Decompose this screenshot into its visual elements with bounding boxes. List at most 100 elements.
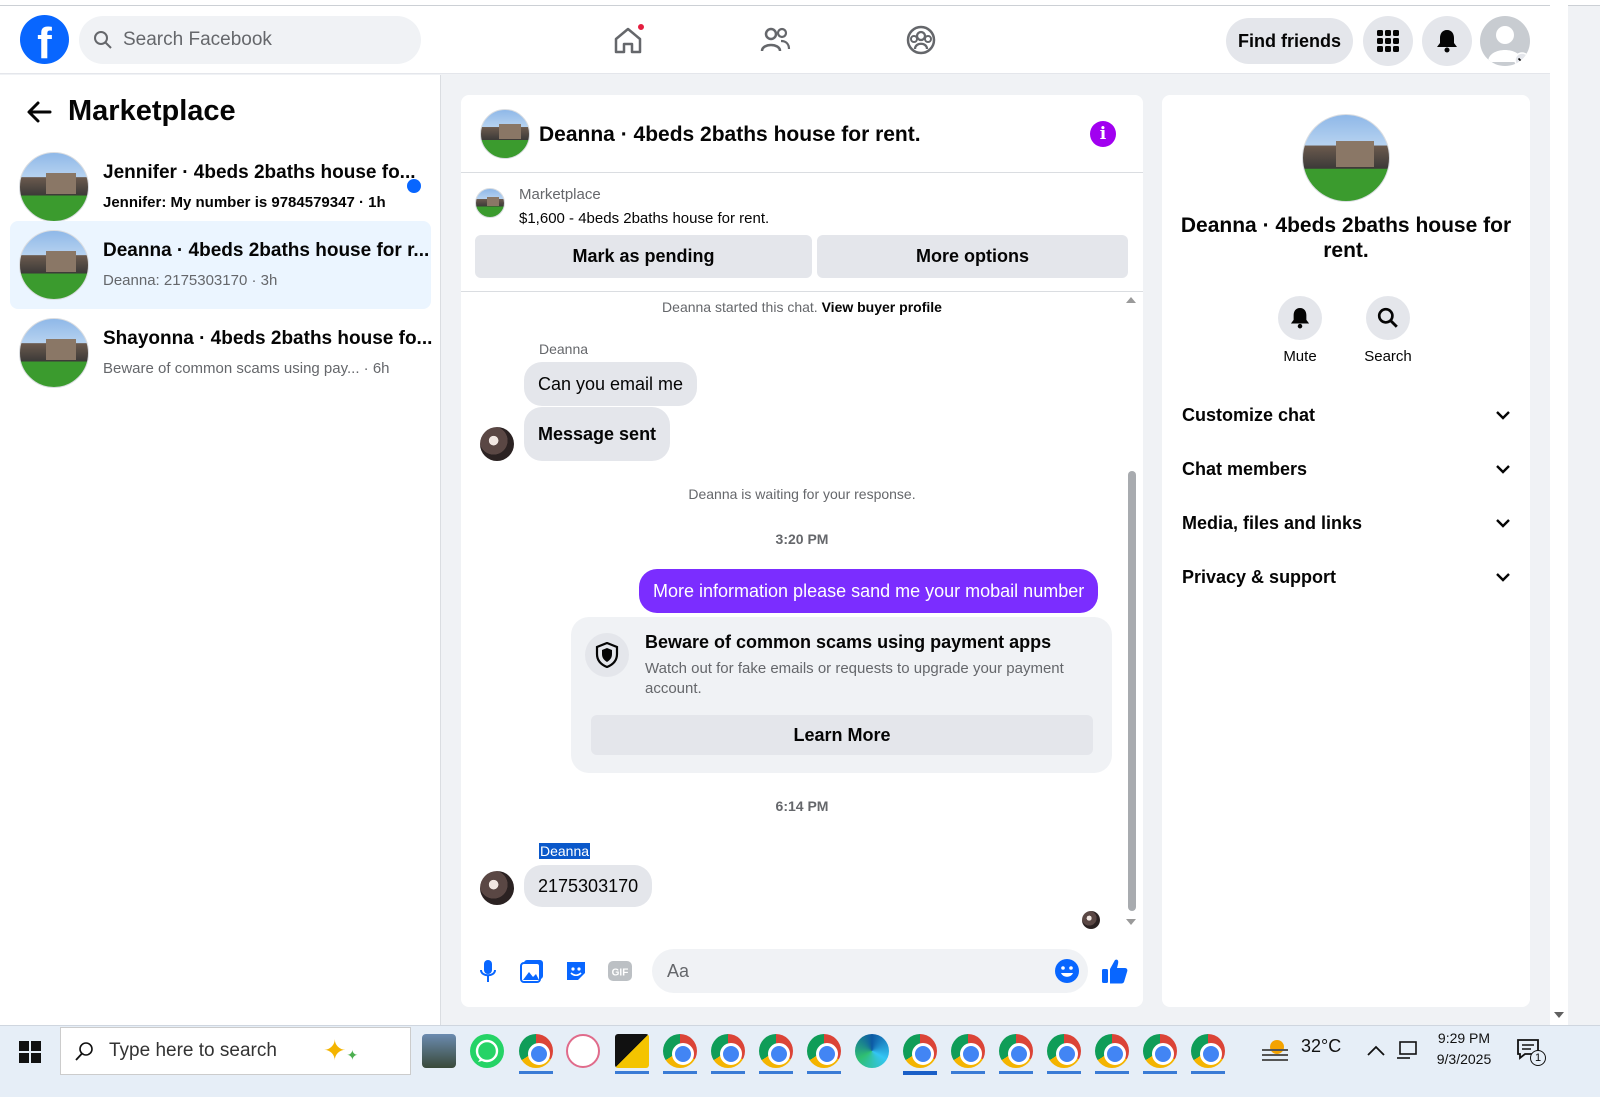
- chat-listing-thumbnail[interactable]: [480, 109, 530, 159]
- chat-header: Deanna · 4beds 2baths house for rent. i: [461, 95, 1143, 173]
- media-files-links-section[interactable]: Media, files and links: [1172, 501, 1520, 545]
- conversation-item-jennifer[interactable]: Jennifer · 4beds 2baths house fo... Jenn…: [10, 143, 431, 231]
- listing-thumbnail: [19, 152, 89, 222]
- timestamp: 3:20 PM: [775, 531, 829, 547]
- chrome-profile-icon[interactable]: [807, 1034, 841, 1068]
- game-app-icon[interactable]: [422, 1034, 456, 1068]
- section-label: Privacy & support: [1182, 566, 1337, 587]
- active-app-underline: [1095, 1071, 1129, 1074]
- message-thread: Deanna started this chat. View buyer pro…: [461, 293, 1143, 933]
- taskbar-search-box[interactable]: Type here to search ✦✦: [60, 1027, 411, 1075]
- received-message[interactable]: 2175303170: [524, 865, 653, 907]
- chat-panel: Deanna · 4beds 2baths house for rent. i …: [461, 95, 1143, 1007]
- search-icon[interactable]: [1366, 296, 1410, 340]
- customize-chat-section[interactable]: Customize chat: [1172, 393, 1520, 437]
- chat-scrollbar-thumb[interactable]: [1128, 471, 1136, 911]
- top-navigation: f Search Facebook Find friends: [0, 6, 1550, 74]
- sent-message[interactable]: More information please sand me your mob…: [639, 569, 1099, 613]
- back-arrow-icon[interactable]: [26, 100, 52, 124]
- sticker-icon: [567, 962, 585, 980]
- listing-price-title[interactable]: $1,600 - 4beds 2baths house for rent.: [519, 210, 769, 227]
- info-icon[interactable]: i: [1090, 121, 1116, 147]
- notifications-button[interactable]: [1422, 16, 1472, 66]
- received-message[interactable]: Can you email me: [524, 362, 698, 406]
- edge-browser-icon[interactable]: [855, 1034, 889, 1068]
- find-friends-button[interactable]: Find friends: [1226, 18, 1353, 64]
- friends-nav-button[interactable]: [755, 20, 795, 60]
- scroll-down-arrow-icon[interactable]: [1125, 917, 1137, 927]
- account-avatar-button[interactable]: [1480, 16, 1530, 66]
- section-label: Media, files and links: [1182, 512, 1363, 533]
- active-app-underline: [711, 1071, 745, 1074]
- chrome-profile-icon[interactable]: [1191, 1034, 1225, 1068]
- sidebar-header: Marketplace: [26, 95, 236, 128]
- search-in-chat-action[interactable]: Search: [1348, 296, 1428, 365]
- windows-taskbar: Type here to search ✦✦ 32°C 9:29 PM 9/3/…: [0, 1025, 1600, 1097]
- conversation-item-deanna[interactable]: Deanna · 4beds 2baths house for r... Dea…: [10, 221, 431, 309]
- message-input[interactable]: [652, 949, 1032, 993]
- more-options-button[interactable]: More options: [817, 235, 1128, 278]
- copilot-sparkle-icon: ✦✦: [323, 1035, 359, 1066]
- chrome-profile-icon[interactable]: [759, 1034, 793, 1068]
- sender-avatar[interactable]: [480, 871, 514, 905]
- chat-title[interactable]: Deanna · 4beds 2baths house for rent.: [539, 123, 921, 147]
- conversation-preview: Jennifer: My number is 9784579347 · 1h: [103, 194, 386, 211]
- scam-warning-title: Beware of common scams using payment app…: [645, 632, 1052, 652]
- mute-bell-icon[interactable]: [1278, 296, 1322, 340]
- page-scrollbar[interactable]: [1550, 0, 1568, 1025]
- snipping-tool-icon[interactable]: [566, 1034, 600, 1068]
- conversation-name: Shayonna · 4beds 2baths house fo...: [103, 328, 433, 349]
- learn-more-button[interactable]: Learn More: [591, 715, 1093, 755]
- mark-as-pending-button[interactable]: Mark as pending: [475, 235, 812, 278]
- waiting-notice: Deanna is waiting for your response.: [688, 486, 916, 502]
- whatsapp-icon[interactable]: [470, 1034, 504, 1068]
- gif-button[interactable]: GIF: [604, 955, 636, 987]
- conversation-preview: Deanna: 2175303170 · 3h: [103, 272, 278, 289]
- message-input-box[interactable]: [652, 949, 1088, 993]
- voice-clip-button[interactable]: [472, 955, 504, 987]
- search-bar[interactable]: Search Facebook: [79, 16, 421, 64]
- menu-button[interactable]: [1363, 16, 1413, 66]
- notification-center-button[interactable]: 1: [1516, 1038, 1546, 1066]
- emoji-icon[interactable]: [1054, 958, 1080, 984]
- chrome-profile-icon[interactable]: [1095, 1034, 1129, 1068]
- home-nav-button[interactable]: [608, 20, 648, 60]
- conversation-item-shayonna[interactable]: Shayonna · 4beds 2baths house fo... Bewa…: [10, 309, 433, 397]
- chevron-up-icon[interactable]: [1367, 1044, 1385, 1056]
- clock[interactable]: 9:29 PM 9/3/2025: [1436, 1030, 1492, 1067]
- active-app-underline: [519, 1071, 553, 1074]
- chrome-profile-icon[interactable]: [1143, 1034, 1177, 1068]
- sender-avatar[interactable]: [480, 427, 514, 461]
- attach-photo-button[interactable]: [516, 955, 548, 987]
- svg-text:GIF: GIF: [612, 968, 629, 979]
- chrome-profile-icon[interactable]: [1047, 1034, 1081, 1068]
- chat-scrollbar[interactable]: [1125, 297, 1137, 927]
- send-like-button[interactable]: [1099, 955, 1131, 987]
- chat-members-section[interactable]: Chat members: [1172, 447, 1520, 491]
- page-scroll-down-arrow-icon[interactable]: [1553, 1010, 1565, 1020]
- chrome-profile-icon[interactable]: [663, 1034, 697, 1068]
- weather-haze-icon[interactable]: [1260, 1038, 1290, 1064]
- groups-nav-button[interactable]: [901, 20, 941, 60]
- privacy-support-section[interactable]: Privacy & support: [1172, 555, 1520, 599]
- details-listing-photo[interactable]: [1302, 114, 1390, 202]
- view-buyer-profile-link[interactable]: View buyer profile: [822, 299, 942, 315]
- facebook-logo-icon[interactable]: f: [20, 15, 69, 64]
- search-placeholder: Search Facebook: [123, 29, 272, 50]
- mute-action[interactable]: Mute: [1260, 296, 1340, 365]
- sticky-notes-icon[interactable]: [615, 1034, 649, 1068]
- bell-icon: [1437, 30, 1457, 53]
- weather-temperature[interactable]: 32°C: [1301, 1036, 1341, 1057]
- conversation-name: Deanna · 4beds 2baths house for r...: [103, 240, 430, 261]
- listing-small-thumbnail: [475, 188, 505, 218]
- chrome-profile-icon[interactable]: [711, 1034, 745, 1068]
- chrome-profile-icon[interactable]: [903, 1034, 937, 1068]
- chrome-profile-icon[interactable]: [999, 1034, 1033, 1068]
- received-message[interactable]: Message sent: [524, 407, 671, 461]
- network-icon[interactable]: [1396, 1041, 1418, 1061]
- windows-start-icon[interactable]: [19, 1041, 41, 1063]
- sticker-button[interactable]: [560, 955, 592, 987]
- chrome-profile-icon[interactable]: [951, 1034, 985, 1068]
- scroll-up-arrow-icon[interactable]: [1125, 295, 1137, 305]
- chrome-profile-icon[interactable]: [519, 1034, 553, 1068]
